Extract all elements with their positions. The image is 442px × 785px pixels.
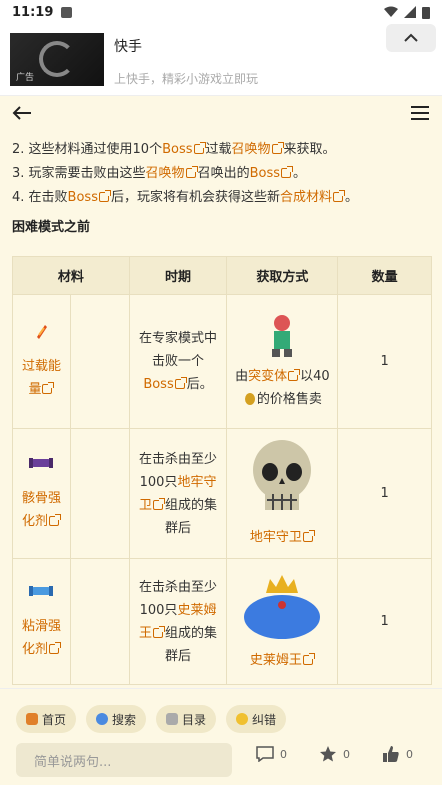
materials-table: 材料 时期 获取方式 数量 过载能量 在专家模式中击败一个 Boss 后。 由突变体… — [12, 256, 432, 685]
external-link-icon — [174, 377, 187, 389]
ad-badge: 广告 — [16, 73, 35, 83]
boss-link[interactable]: Boss — [68, 190, 98, 205]
external-link-icon — [193, 142, 206, 154]
favorite-button[interactable]: 0 — [319, 745, 350, 763]
slime-enhancer-icon — [29, 585, 54, 596]
status-bar: 11:19 — [0, 0, 442, 24]
thumbs-up-icon — [383, 746, 399, 762]
dungeon-guardian-link[interactable]: 地牢守卫 — [250, 530, 302, 545]
material-link[interactable]: 过载能量 — [22, 359, 61, 397]
bone-enhancer-icon — [29, 457, 54, 468]
header-quantity: 数量 — [337, 256, 432, 295]
ad-collapse-button[interactable] — [386, 24, 436, 52]
obtain-cell: 史莱姆王 — [226, 558, 339, 685]
summon-link[interactable]: 召唤物 — [232, 142, 271, 157]
external-link-icon — [271, 142, 284, 154]
external-link-icon — [333, 190, 345, 202]
search-icon — [96, 713, 109, 725]
battery-icon — [422, 6, 430, 19]
list-icon — [166, 713, 179, 725]
star-icon — [320, 746, 336, 762]
ad-thumbnail[interactable]: 广告 — [10, 33, 104, 86]
back-arrow-icon[interactable] — [12, 105, 32, 121]
obtain-cell: 由突变体 以40的价格售卖 — [226, 294, 339, 429]
like-count: 0 — [406, 747, 413, 761]
crafting-material-link[interactable]: 合成材料 — [280, 190, 332, 205]
comment-count: 0 — [280, 747, 287, 761]
table-row: 骸骨强化剂 在击杀由至少100只地牢守卫 组成的集群后 地牢守卫 1 — [12, 428, 432, 559]
list-item: 4. 在击败Boss 后，玩家将有机会获得这些新合成材料。 — [12, 190, 359, 205]
external-link-icon — [288, 368, 301, 381]
bottom-bar: 首页 搜索 目录 纠错 简单说两句... 0 0 0 — [0, 688, 442, 785]
section-heading: 困难模式之前 — [12, 220, 91, 235]
boss-link[interactable]: Boss — [143, 377, 173, 392]
home-button[interactable]: 首页 — [16, 705, 77, 733]
table-row: 粘滑强化剂 在击杀由至少100只史莱姆王 组成的集群后 史莱姆王 1 — [12, 558, 432, 685]
table-row: 过载能量 在专家模式中击败一个 Boss 后。 由突变体 以40的价格售卖 1 — [12, 294, 432, 429]
header-period: 时期 — [128, 256, 228, 295]
nav-bar — [0, 96, 442, 130]
ad-title[interactable]: 快手 — [114, 36, 142, 56]
menu-icon[interactable] — [410, 105, 430, 121]
status-time: 11:19 — [12, 4, 54, 20]
like-button[interactable]: 0 — [382, 745, 413, 763]
notification-icon — [61, 6, 73, 18]
search-button[interactable]: 搜索 — [86, 705, 147, 733]
star-count: 0 — [343, 747, 350, 761]
mutant-npc-icon — [272, 314, 293, 357]
external-link-icon — [48, 513, 61, 526]
comment-input[interactable]: 简单说两句... — [16, 743, 232, 777]
thinking-icon — [236, 713, 249, 725]
ad-banner[interactable]: 广告 快手 上快手，精彩小游戏立即玩 — [0, 24, 442, 96]
external-link-icon — [48, 641, 61, 654]
home-icon — [26, 713, 38, 725]
external-link-icon — [98, 190, 111, 202]
king-slime-link[interactable]: 史莱姆王 — [250, 653, 302, 668]
header-obtain: 获取方式 — [226, 256, 339, 295]
period-cell: 在专家模式中击败一个 Boss 后。 — [128, 294, 228, 429]
comment-icon — [256, 746, 274, 762]
king-slime-icon — [244, 575, 321, 639]
toc-button[interactable]: 目录 — [156, 705, 217, 733]
external-link-icon — [153, 625, 166, 638]
summon-link[interactable]: 召唤物 — [146, 166, 185, 181]
obtain-cell: 地牢守卫 — [226, 428, 339, 559]
article-body: 2. 这些材料通过使用10个Boss 过载召唤物 来获取。 3. 玩家需要击败由这些… — [12, 138, 432, 210]
table-header-row: 材料 时期 获取方式 数量 — [12, 256, 432, 295]
material-cell: 骸骨强化剂 — [12, 428, 71, 559]
quantity-cell: 1 — [337, 294, 432, 429]
skull-icon — [253, 440, 312, 510]
signal-icon — [404, 6, 416, 18]
external-link-icon — [185, 166, 198, 178]
overload-energy-icon — [37, 324, 48, 339]
external-link-icon — [302, 653, 315, 665]
material-cell: 过载能量 — [12, 294, 71, 429]
boss-link[interactable]: Boss — [162, 142, 192, 157]
quantity-cell: 1 — [337, 428, 432, 559]
report-error-button[interactable]: 纠错 — [226, 705, 287, 733]
boss-link[interactable]: Boss — [250, 166, 280, 181]
material-cell: 粘滑强化剂 — [12, 558, 71, 685]
coin-icon — [244, 392, 255, 405]
chevron-up-icon — [404, 33, 418, 42]
period-cell: 在击杀由至少100只史莱姆王 组成的集群后 — [128, 558, 228, 685]
list-item: 2. 这些材料通过使用10个Boss 过载召唤物 来获取。 — [12, 142, 336, 157]
wifi-icon — [384, 6, 398, 17]
mutant-link[interactable]: 突变体 — [248, 369, 287, 384]
external-link-icon — [42, 381, 55, 394]
ad-subtitle[interactable]: 上快手，精彩小游戏立即玩 — [114, 70, 258, 87]
external-link-icon — [281, 166, 293, 178]
quantity-cell: 1 — [337, 558, 432, 685]
external-link-icon — [153, 497, 166, 510]
comments-button[interactable]: 0 — [256, 745, 287, 763]
external-link-icon — [302, 530, 315, 542]
list-item: 3. 玩家需要击败由这些召唤物 召唤出的Boss。 — [12, 166, 307, 181]
period-cell: 在击杀由至少100只地牢守卫 组成的集群后 — [128, 428, 228, 559]
header-material: 材料 — [12, 256, 130, 295]
